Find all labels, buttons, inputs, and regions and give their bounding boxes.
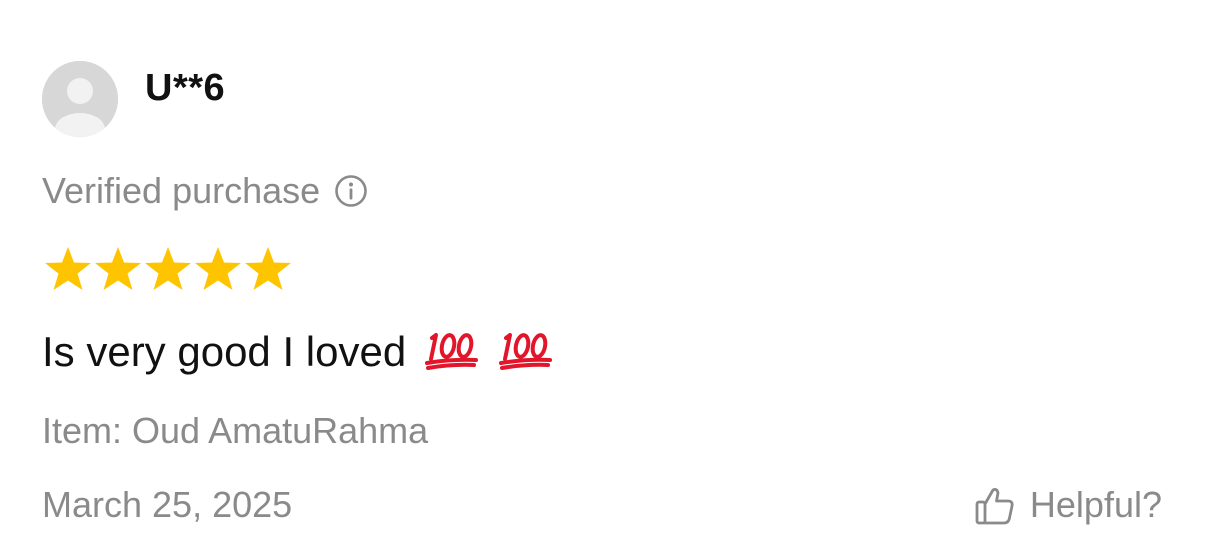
star-rating <box>44 246 292 292</box>
review-date: March 25, 2025 <box>42 484 293 525</box>
thumbs-up-icon <box>974 485 1016 525</box>
helpful-label: Helpful? <box>1029 484 1162 525</box>
review-comment-text: Is very good I loved <box>42 328 407 375</box>
info-icon[interactable] <box>334 174 368 208</box>
reviewer-name: U**6 <box>145 67 226 109</box>
star-icon <box>95 247 141 290</box>
default-avatar-icon <box>42 61 118 137</box>
star-icon <box>195 247 241 290</box>
star-icon <box>245 247 291 290</box>
helpful-button[interactable]: Helpful? <box>974 482 1162 528</box>
hundred-points-emoji <box>424 333 478 370</box>
star-icon <box>45 247 91 290</box>
avatar <box>42 61 118 137</box>
item-variant: Item: Oud AmatuRahma <box>42 410 429 451</box>
review-card: U**6 Verified purchase Is very good I lo… <box>0 0 1210 560</box>
verified-purchase-label: Verified purchase <box>42 170 321 211</box>
hundred-points-emoji <box>498 333 552 370</box>
star-icon <box>145 247 191 290</box>
review-comment: Is very good I loved <box>42 324 554 380</box>
verified-purchase-badge: Verified purchase <box>42 168 368 214</box>
